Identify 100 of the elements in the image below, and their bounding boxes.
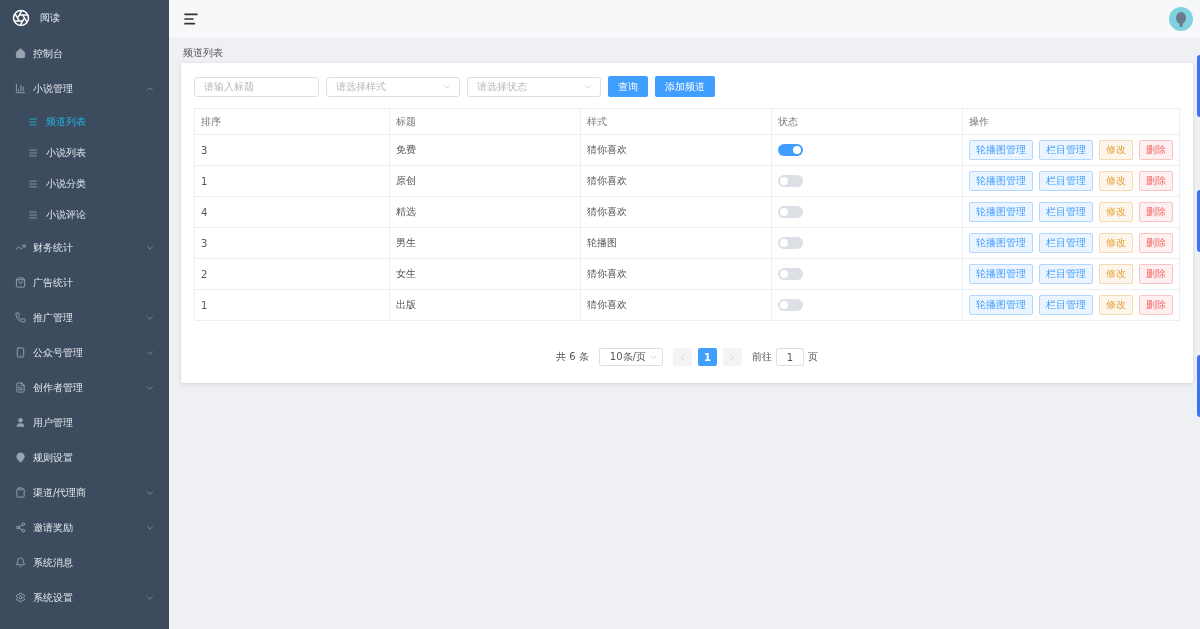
- sidebar-subitem[interactable]: 频道列表: [0, 106, 169, 137]
- pin-icon: [15, 452, 26, 463]
- action-button[interactable]: 栏目管理: [1039, 264, 1093, 284]
- sidebar-subitem[interactable]: 小说评论: [0, 199, 169, 230]
- table-cell: 猜你喜欢: [580, 290, 771, 320]
- sidebar-item[interactable]: 系统设置: [0, 580, 169, 615]
- goto-label: 前往: [751, 350, 772, 364]
- column-header: 样式: [580, 109, 771, 134]
- status-select[interactable]: 请选择状态: [467, 76, 601, 97]
- sidebar-item[interactable]: 财务统计: [0, 230, 169, 265]
- side-tab[interactable]: [1197, 355, 1200, 417]
- table-cell-text: 3: [200, 143, 209, 158]
- style-select[interactable]: 请选择样式: [326, 76, 460, 97]
- status-switch[interactable]: [778, 206, 803, 218]
- side-tab[interactable]: [1197, 190, 1200, 252]
- sidebar-item[interactable]: 创作者管理: [0, 370, 169, 405]
- sidebar-subitem[interactable]: 小说分类: [0, 168, 169, 199]
- action-button[interactable]: 删除: [1139, 295, 1173, 315]
- sidebar-item[interactable]: 广告统计: [0, 265, 169, 300]
- action-button[interactable]: 删除: [1139, 140, 1173, 160]
- aperture-logo-icon: [12, 9, 30, 27]
- action-button[interactable]: 栏目管理: [1039, 233, 1093, 253]
- sidebar-item[interactable]: 规则设置: [0, 440, 169, 475]
- page-suffix: 页: [807, 350, 818, 364]
- sidebar-item[interactable]: 公众号管理: [0, 335, 169, 370]
- action-button[interactable]: 删除: [1139, 264, 1173, 284]
- column-header: 操作: [962, 109, 1179, 134]
- action-button[interactable]: 修改: [1099, 295, 1133, 315]
- table-cell: 猜你喜欢: [580, 135, 771, 165]
- table-cell: 猜你喜欢: [580, 197, 771, 227]
- action-button[interactable]: 轮播图管理: [969, 295, 1033, 315]
- page-button[interactable]: 1: [697, 348, 717, 366]
- menu-icon[interactable]: [183, 11, 199, 27]
- list-icon: [28, 147, 38, 158]
- sidebar-item[interactable]: 用户管理: [0, 405, 169, 440]
- table-cell: 原创: [389, 166, 580, 196]
- app-title: 阅读: [40, 11, 60, 25]
- action-button[interactable]: 修改: [1099, 264, 1133, 284]
- trend-chart-icon: [15, 242, 26, 253]
- action-button[interactable]: 栏目管理: [1039, 202, 1093, 222]
- settings-icon: [15, 592, 26, 603]
- bell-icon: [15, 557, 26, 568]
- status-switch[interactable]: [778, 175, 803, 187]
- sidebar-subitem[interactable]: 小说列表: [0, 137, 169, 168]
- table-cell-text: 4: [200, 205, 209, 220]
- status-switch[interactable]: [778, 268, 803, 280]
- status-switch[interactable]: [778, 144, 803, 156]
- table-cell-text: 1: [200, 298, 209, 313]
- user-icon: [15, 417, 26, 428]
- sidebar-item[interactable]: 控制台: [0, 36, 169, 71]
- table-cell: 免费: [389, 135, 580, 165]
- action-button[interactable]: 栏目管理: [1039, 295, 1093, 315]
- document-icon: [15, 382, 26, 393]
- query-button[interactable]: 查询: [608, 76, 648, 97]
- action-button[interactable]: 修改: [1099, 140, 1133, 160]
- action-button[interactable]: 修改: [1099, 233, 1133, 253]
- action-button[interactable]: 删除: [1139, 202, 1173, 222]
- avatar-icon[interactable]: [1169, 7, 1193, 31]
- action-button[interactable]: 轮播图管理: [969, 140, 1033, 160]
- table-cell: 轮播图: [580, 228, 771, 258]
- action-button[interactable]: 栏目管理: [1039, 140, 1093, 160]
- table-cell: 女生: [389, 259, 580, 289]
- column-header: 状态: [771, 109, 962, 134]
- table-cell-text: 2: [200, 267, 209, 282]
- column-header: 排序: [200, 114, 222, 129]
- list-icon: [28, 116, 38, 127]
- table-cell: 男生: [389, 228, 580, 258]
- sidebar-item[interactable]: 渠道/代理商: [0, 475, 169, 510]
- action-button[interactable]: 栏目管理: [1039, 171, 1093, 191]
- add-channel-button[interactable]: 添加频道: [655, 76, 715, 97]
- side-tab[interactable]: [1197, 55, 1200, 117]
- action-button[interactable]: 轮播图管理: [969, 202, 1033, 222]
- action-button[interactable]: 删除: [1139, 171, 1173, 191]
- action-button[interactable]: 删除: [1139, 233, 1173, 253]
- status-switch[interactable]: [778, 299, 803, 311]
- column-header: 标题: [389, 109, 580, 134]
- sidebar-item[interactable]: 系统消息: [0, 545, 169, 580]
- phone-icon: [15, 312, 26, 323]
- smartphone-icon: [15, 347, 26, 358]
- status-switch[interactable]: [778, 237, 803, 249]
- clipboard-icon: [15, 487, 26, 498]
- action-button[interactable]: 轮播图管理: [969, 264, 1033, 284]
- table-cell: 精选: [389, 197, 580, 227]
- sidebar-item[interactable]: 推广管理: [0, 300, 169, 335]
- bar-chart-icon: [15, 83, 26, 94]
- bag-icon: [15, 277, 26, 288]
- sidebar-item[interactable]: 邀请奖励: [0, 510, 169, 545]
- action-button[interactable]: 轮播图管理: [969, 233, 1033, 253]
- action-button[interactable]: 轮播图管理: [969, 171, 1033, 191]
- list-icon: [28, 178, 38, 189]
- page-size-select[interactable]: 10条/页: [598, 348, 663, 366]
- action-button[interactable]: 修改: [1099, 171, 1133, 191]
- page-number-field[interactable]: 1: [775, 348, 804, 366]
- home-icon: [15, 48, 26, 59]
- sidebar-item[interactable]: 小说管理: [0, 71, 169, 106]
- title-search-field[interactable]: 请输入标题: [194, 76, 319, 97]
- action-button[interactable]: 修改: [1099, 202, 1133, 222]
- previous-page-button[interactable]: [672, 348, 692, 366]
- next-page-button[interactable]: [722, 348, 742, 366]
- table-cell: 猜你喜欢: [580, 166, 771, 196]
